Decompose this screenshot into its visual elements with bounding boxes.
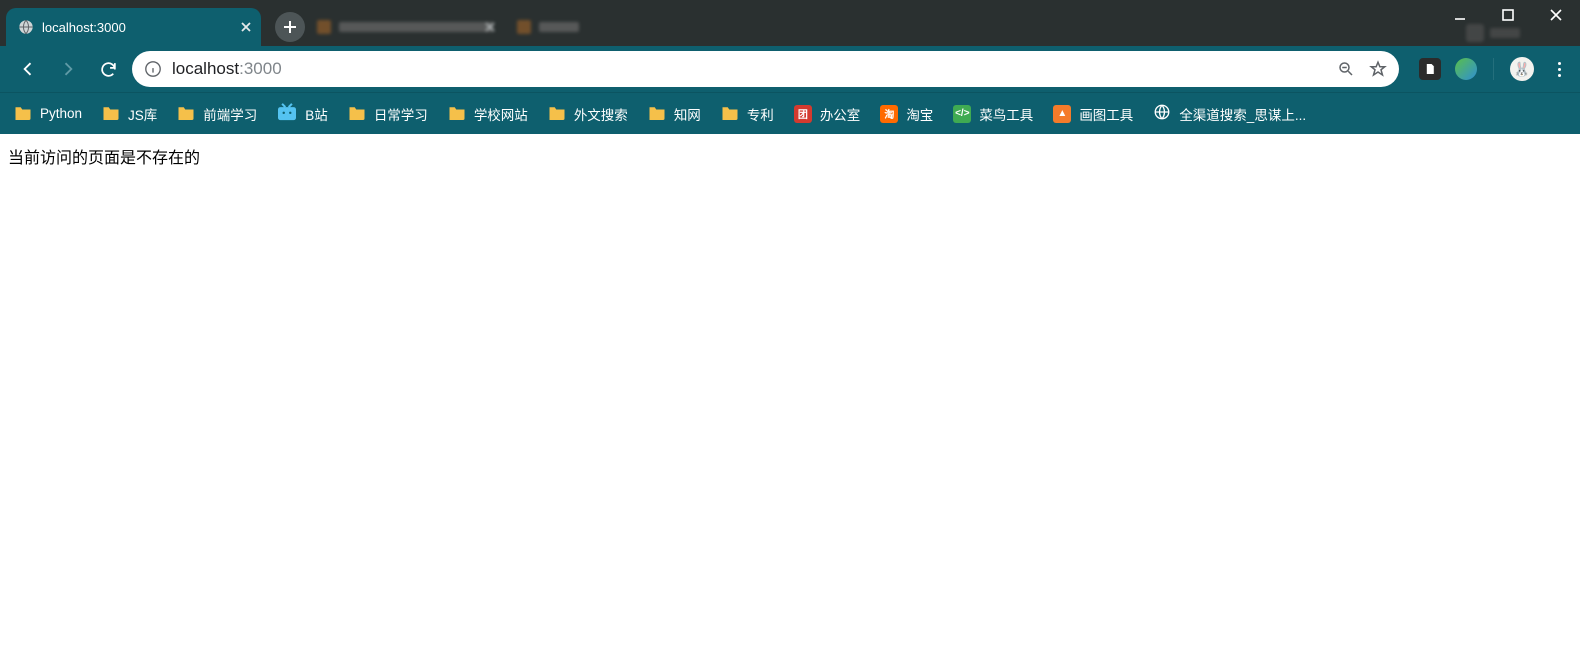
bookmark-item[interactable]: Python (14, 105, 82, 123)
bookmark-item[interactable]: 专利 (721, 104, 774, 124)
forward-button[interactable] (50, 51, 86, 87)
tab-strip: localhost:3000 (0, 0, 615, 46)
bookmark-star-icon[interactable] (1369, 60, 1387, 78)
bookmark-item[interactable]: </> 菜鸟工具 (953, 104, 1033, 124)
url-text: localhost:3000 (172, 59, 282, 79)
bookmark-item[interactable]: 淘淘宝 (880, 104, 933, 124)
tab-title-blurred (539, 22, 579, 32)
bookmark-label: 办公室 (820, 104, 861, 124)
bookmark-icon (548, 105, 566, 123)
bookmark-item[interactable]: 团办公室 (794, 104, 861, 124)
bookmark-icon (348, 105, 366, 123)
bookmark-icon (1153, 103, 1171, 124)
browser-menu-button[interactable] (1548, 62, 1570, 77)
bookmark-item[interactable]: 日常学习 (348, 104, 428, 124)
bookmark-item[interactable]: ▲ 画图工具 (1053, 104, 1133, 124)
tab-title: localhost:3000 (42, 20, 126, 35)
bookmarks-bar: PythonJS库前端学习B站日常学习学校网站外文搜索知网专利团办公室淘淘宝</… (0, 92, 1580, 134)
bookmark-icon (102, 105, 120, 123)
zoom-icon[interactable] (1337, 60, 1355, 78)
bookmark-item[interactable]: JS库 (102, 104, 157, 124)
bookmark-icon (648, 105, 666, 123)
bookmark-label: 全渠道搜索_思谋上... (1179, 104, 1306, 124)
profile-avatar[interactable]: 🐰 (1510, 57, 1534, 81)
bookmark-label: 知网 (674, 104, 701, 124)
page-viewport: 当前访问的页面是不存在的 (0, 134, 1580, 178)
bookmark-item[interactable]: 学校网站 (448, 104, 528, 124)
tab-inactive[interactable] (305, 8, 505, 46)
close-icon[interactable] (241, 22, 251, 32)
bookmark-label: 画图工具 (1079, 104, 1133, 124)
bookmark-item[interactable]: 知网 (648, 104, 701, 124)
bookmark-icon: 团 (794, 105, 812, 123)
extension-pdf-icon[interactable] (1419, 58, 1441, 80)
bookmark-icon (177, 105, 195, 123)
bookmark-icon (721, 105, 739, 123)
browser-toolbar: localhost:3000 🐰 (0, 46, 1580, 92)
toolbar-right: 🐰 (1405, 57, 1570, 81)
bookmark-label: 日常学习 (374, 104, 428, 124)
globe-icon (18, 19, 34, 35)
page-body-text: 当前访问的页面是不存在的 (8, 150, 200, 167)
toolbar-divider (1493, 58, 1494, 80)
new-tab-button[interactable] (275, 12, 305, 42)
url-host: localhost (172, 59, 239, 78)
bookmark-label: Python (40, 106, 82, 121)
back-button[interactable] (10, 51, 46, 87)
close-icon[interactable] (485, 22, 495, 32)
tab-title-blurred (339, 22, 493, 32)
bookmark-item[interactable]: 外文搜索 (548, 104, 628, 124)
bookmark-icon (448, 105, 466, 123)
extension-globe-icon[interactable] (1455, 58, 1477, 80)
tab-inactive[interactable] (505, 8, 615, 46)
favicon-icon (317, 20, 331, 34)
omnibox-actions (1337, 60, 1387, 78)
bookmark-label: B站 (305, 104, 328, 124)
close-window-button[interactable] (1532, 0, 1580, 30)
plus-icon (283, 20, 297, 34)
bookmark-icon (14, 105, 32, 123)
tab-active[interactable]: localhost:3000 (6, 8, 261, 46)
bookmark-label: 专利 (747, 104, 774, 124)
bookmark-label: 外文搜索 (574, 104, 628, 124)
window-titlebar: localhost:3000 (0, 0, 1580, 46)
bookmark-icon: ▲ (1053, 105, 1071, 123)
bookmark-icon: 淘 (880, 105, 898, 123)
titlebar-right-blurred (1466, 24, 1520, 42)
address-bar[interactable]: localhost:3000 (132, 51, 1399, 87)
url-port: :3000 (239, 59, 282, 78)
bookmark-icon: </> (953, 105, 971, 123)
bookmark-icon (277, 103, 297, 124)
bookmark-item[interactable]: 前端学习 (177, 104, 257, 124)
bookmark-item[interactable]: 全渠道搜索_思谋上... (1153, 103, 1306, 124)
bookmark-label: 菜鸟工具 (979, 104, 1033, 124)
bookmark-label: 淘宝 (906, 104, 933, 124)
bookmark-label: JS库 (128, 104, 157, 124)
bookmark-item[interactable]: B站 (277, 103, 328, 124)
site-info-icon[interactable] (144, 60, 162, 78)
bookmark-label: 学校网站 (474, 104, 528, 124)
bookmark-label: 前端学习 (203, 104, 257, 124)
favicon-icon (517, 20, 531, 34)
reload-button[interactable] (90, 51, 126, 87)
